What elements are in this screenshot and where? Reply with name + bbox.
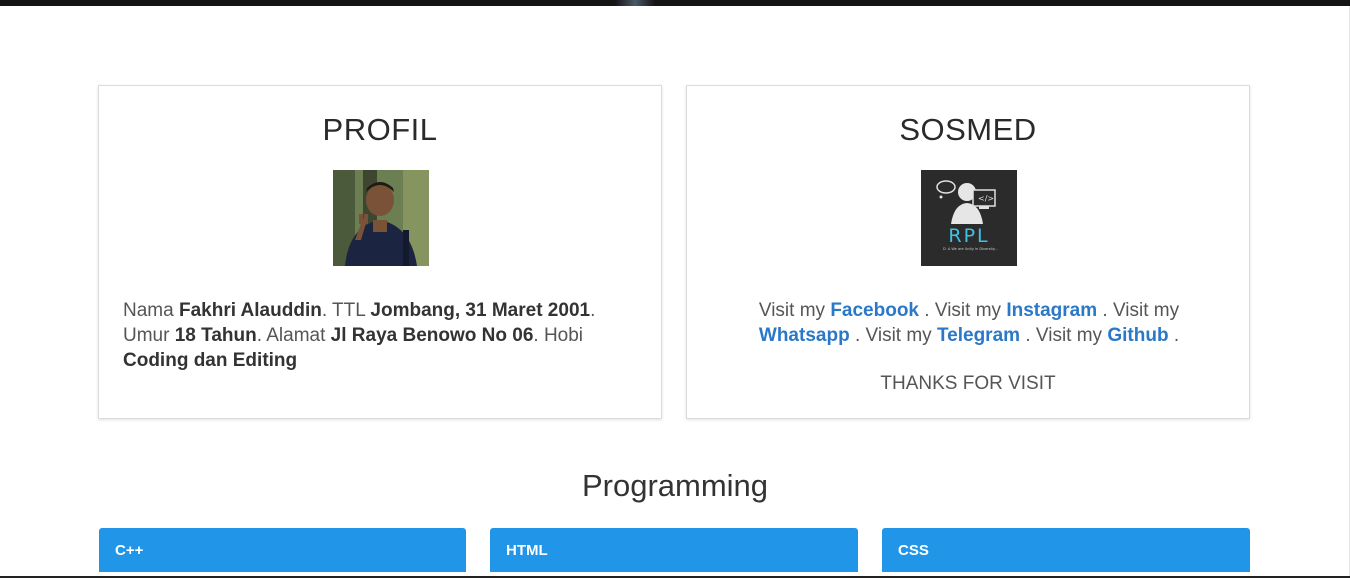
svg-text:</>: </> — [978, 194, 994, 203]
thanks-text: THANKS FOR VISIT — [880, 373, 1056, 394]
telegram-link[interactable]: Telegram — [937, 325, 1020, 346]
alamat-value: Jl Raya Benowo No 06 — [330, 325, 534, 346]
visit-label: Visit my — [1035, 325, 1103, 346]
hobi-label: . Hobi — [533, 325, 584, 346]
nama-value: Fakhri Alauddin — [178, 300, 322, 321]
top-banner-strip — [0, 0, 1350, 6]
facebook-link[interactable]: Facebook — [830, 300, 919, 321]
logo-rpl-text: RPL — [948, 225, 989, 247]
banner-image-edge — [615, 0, 655, 6]
card-label: HTML — [506, 542, 548, 559]
profil-card: PROFIL Nama Fakhri Alauddin. TTL Jombang… — [98, 85, 662, 419]
programming-card-css[interactable]: CSS — [882, 528, 1250, 572]
programming-card-html[interactable]: HTML — [490, 528, 858, 572]
programming-card-cpp[interactable]: C++ — [99, 528, 466, 572]
programming-title: Programming — [581, 468, 769, 503]
ttl-value: Jombang, 31 Maret 2001 — [370, 300, 591, 321]
visit-label: Visit my — [934, 300, 1002, 321]
visit-label: Visit my — [758, 300, 826, 321]
profil-description: Nama Fakhri Alauddin. TTL Jombang, 31 Ma… — [123, 298, 639, 373]
logo-tagline: D. A We are Unity in Diversity... — [943, 247, 998, 251]
whatsapp-link[interactable]: Whatsapp — [759, 325, 850, 346]
github-link[interactable]: Github — [1107, 325, 1168, 346]
sosmed-card: SOSMED </> RPL D. A We are Unity in Dive… — [686, 85, 1250, 419]
profile-photo — [333, 170, 429, 266]
instagram-link[interactable]: Instagram — [1006, 300, 1097, 321]
nama-label: Nama — [123, 300, 179, 321]
sosmed-links-text: Visit my Facebook . Visit my Instagram .… — [758, 300, 1180, 346]
umur-value: 18 Tahun — [174, 325, 257, 346]
visit-label: Visit my — [1112, 300, 1180, 321]
rpl-logo: </> RPL D. A We are Unity in Diversity..… — [921, 170, 1017, 266]
sosmed-title: SOSMED — [899, 112, 1037, 147]
visit-label: Visit my — [865, 325, 932, 346]
alamat-label: . Alamat — [256, 325, 331, 346]
profil-title: PROFIL — [322, 112, 438, 147]
card-label: C++ — [115, 542, 144, 559]
hobi-value: Coding dan Editing — [123, 350, 298, 371]
card-label: CSS — [898, 542, 929, 559]
ttl-label: . TTL — [321, 300, 371, 321]
